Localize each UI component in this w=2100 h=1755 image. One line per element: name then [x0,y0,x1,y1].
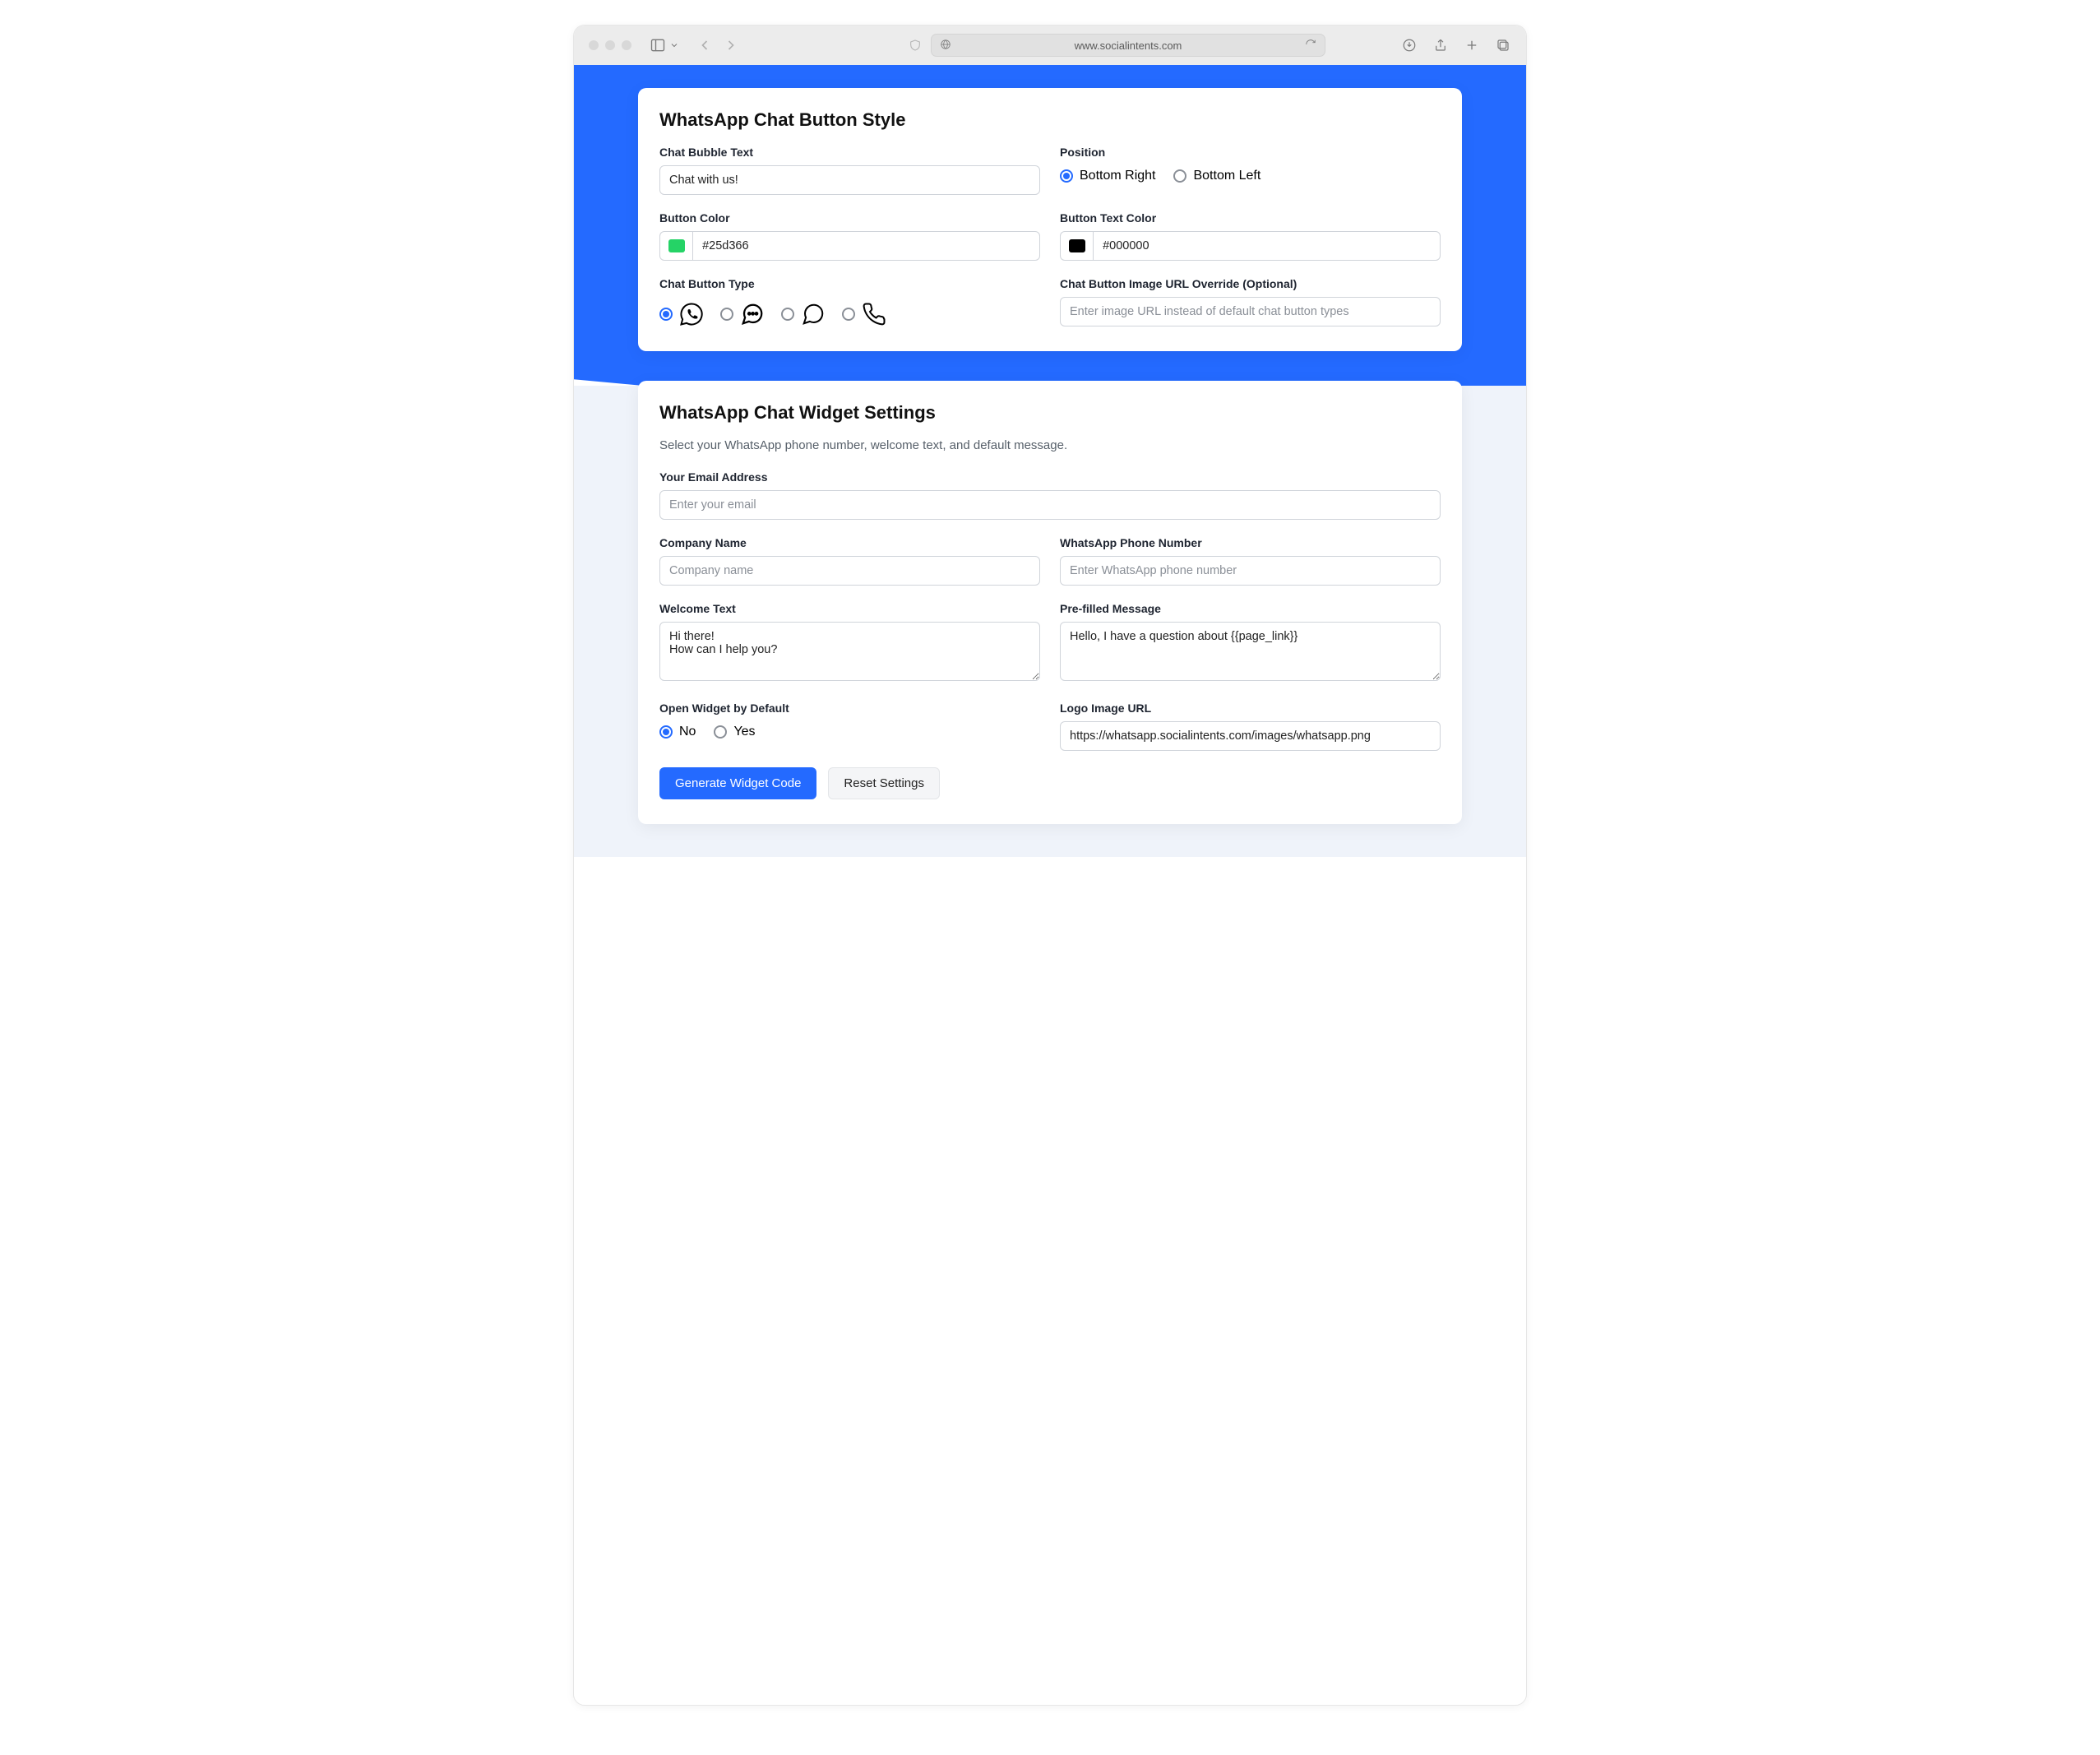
position-bottom-right-radio[interactable]: Bottom Right [1060,169,1155,183]
company-input[interactable] [659,556,1040,586]
chat-button-type-label: Chat Button Type [659,277,1040,290]
traffic-min-icon [605,40,615,50]
email-input[interactable] [659,490,1441,520]
traffic-close-icon [589,40,599,50]
radio-unchecked-icon [842,308,855,321]
open-default-label: Open Widget by Default [659,702,1040,715]
button-color-label: Button Color [659,211,1040,225]
widget-card-title: WhatsApp Chat Widget Settings [659,402,1441,424]
page-content: WhatsApp Chat Button Style Chat Bubble T… [574,65,1526,857]
image-override-input[interactable] [1060,297,1441,326]
open-default-no-label: No [679,725,696,739]
swatch-green-icon [668,239,685,252]
nav-back-button[interactable] [694,35,715,56]
radio-checked-icon [659,308,673,321]
logo-url-input[interactable] [1060,721,1441,751]
prefilled-label: Pre-filled Message [1060,602,1441,615]
downloads-icon[interactable] [1401,37,1418,53]
share-icon[interactable] [1432,37,1449,53]
radio-unchecked-icon [714,725,727,739]
sidebar-toggle-button[interactable] [650,37,679,53]
new-tab-icon[interactable] [1464,37,1480,53]
phone-icon [862,302,886,326]
button-color-input[interactable] [692,231,1040,261]
widget-settings-card: WhatsApp Chat Widget Settings Select you… [638,381,1462,824]
address-url: www.socialintents.com [958,39,1298,52]
button-text-color-swatch[interactable] [1060,231,1093,261]
position-label: Position [1060,146,1441,159]
browser-window: www.socialintents.com [573,25,1527,1706]
logo-url-label: Logo Image URL [1060,702,1441,715]
browser-toolbar: www.socialintents.com [574,25,1526,65]
tabs-overview-icon[interactable] [1495,37,1511,53]
style-card-title: WhatsApp Chat Button Style [659,109,1441,131]
radio-checked-icon [659,725,673,739]
whatsapp-icon [679,302,704,326]
button-text-color-label: Button Text Color [1060,211,1441,225]
welcome-textarea[interactable] [659,622,1040,681]
email-label: Your Email Address [659,470,1441,484]
radio-checked-icon [1060,169,1073,183]
button-type-chat-bubble-radio[interactable] [781,302,826,326]
widget-card-subtitle: Select your WhatsApp phone number, welco… [659,438,1441,452]
refresh-icon[interactable] [1305,39,1316,53]
radio-unchecked-icon [1173,169,1186,183]
button-type-whatsapp-radio[interactable] [659,302,704,326]
open-default-yes-label: Yes [733,725,755,739]
welcome-label: Welcome Text [659,602,1040,615]
chat-bubble-icon [801,302,826,326]
position-bottom-left-radio[interactable]: Bottom Left [1173,169,1260,183]
button-color-swatch[interactable] [659,231,692,261]
radio-unchecked-icon [720,308,733,321]
reset-settings-button[interactable]: Reset Settings [828,767,940,799]
shield-icon [908,38,923,53]
company-label: Company Name [659,536,1040,549]
swatch-black-icon [1069,239,1085,252]
image-override-label: Chat Button Image URL Override (Optional… [1060,277,1441,290]
nav-forward-button[interactable] [720,35,742,56]
phone-input[interactable] [1060,556,1441,586]
chat-bubble-text-label: Chat Bubble Text [659,146,1040,159]
chat-bubble-text-input[interactable] [659,165,1040,195]
open-default-no-radio[interactable]: No [659,725,696,739]
position-right-label: Bottom Right [1080,169,1155,183]
button-text-color-input[interactable] [1093,231,1441,261]
radio-unchecked-icon [781,308,794,321]
button-type-phone-radio[interactable] [842,302,886,326]
traffic-lights [589,40,631,50]
generate-code-button[interactable]: Generate Widget Code [659,767,816,799]
address-bar[interactable]: www.socialintents.com [931,34,1325,57]
position-left-label: Bottom Left [1193,169,1260,183]
prefilled-textarea[interactable] [1060,622,1441,681]
globe-icon [940,39,951,53]
style-card: WhatsApp Chat Button Style Chat Bubble T… [638,88,1462,351]
traffic-max-icon [622,40,631,50]
open-default-yes-radio[interactable]: Yes [714,725,755,739]
button-type-chat-dots-radio[interactable] [720,302,765,326]
phone-label: WhatsApp Phone Number [1060,536,1441,549]
chat-bubble-dots-icon [740,302,765,326]
